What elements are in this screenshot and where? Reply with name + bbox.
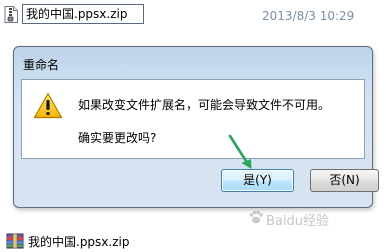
file-row[interactable]: 我的中国.ppsx.zip (0, 228, 386, 252)
paw-icon (249, 210, 263, 224)
file-name: 我的中国.ppsx.zip (28, 235, 130, 249)
yes-button[interactable]: 是(Y) (221, 169, 294, 192)
dialog-title: 重命名 (23, 58, 60, 72)
confirm-question: 确实要更改吗? (78, 131, 157, 145)
dialog-footer: 是(Y) 否(N) (21, 159, 379, 203)
watermark: Baidu经验 (266, 214, 329, 229)
warning-icon (33, 92, 63, 119)
date-modified: 2013/8/3 10:29 (262, 9, 355, 23)
warning-message: 如果改变文件扩展名，可能会导致文件不可用。 (78, 98, 331, 112)
dialog-content: 如果改变文件扩展名，可能会导致文件不可用。 确实要更改吗? (21, 79, 365, 159)
file-row-renaming[interactable]: 我的中国.ppsx.zip 2013/8/3 10:29 (0, 0, 386, 30)
green-arrow-icon (228, 134, 252, 169)
rename-input[interactable]: 我的中国.ppsx.zip (22, 4, 144, 24)
zip-file-icon (6, 233, 24, 249)
rename-dialog: 重命名 如果改变文件扩展名，可能会导致文件不可用。 确实要更改吗? 是(Y) 否… (13, 46, 379, 208)
no-button[interactable]: 否(N) (310, 169, 379, 192)
zip-file-icon (4, 6, 18, 23)
